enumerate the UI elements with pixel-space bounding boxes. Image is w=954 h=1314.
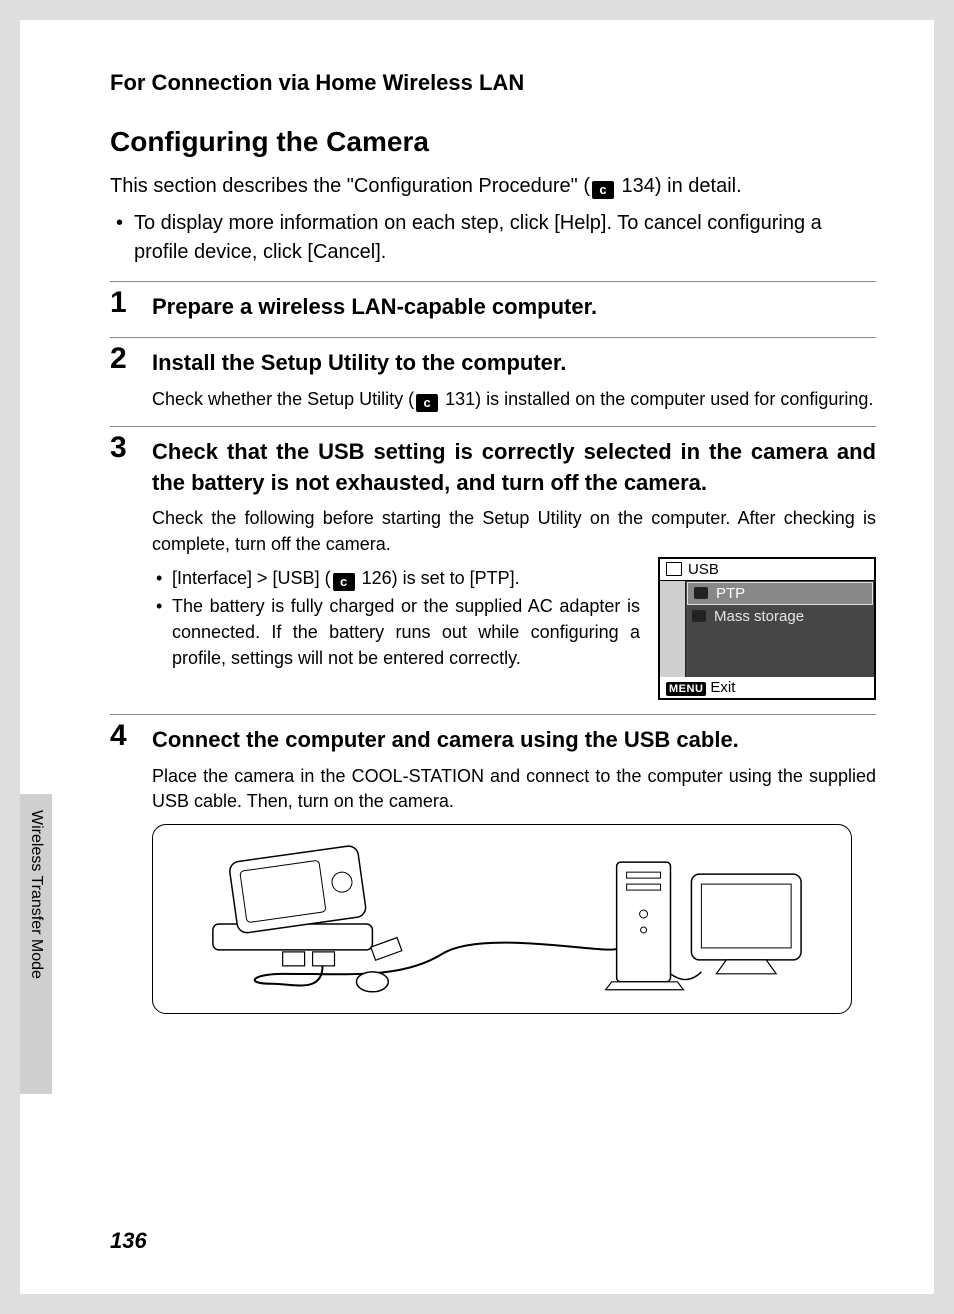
intro-bullet: To display more information on each step… (110, 209, 876, 267)
lcd-item-ptp: PTP (687, 582, 873, 605)
step-number: 2 (110, 342, 127, 376)
step-2: 2 Install the Setup Utility to the compu… (110, 337, 876, 426)
connection-illustration (152, 824, 852, 1014)
step-1: 1 Prepare a wireless LAN-capable compute… (110, 281, 876, 337)
section-tab: Wireless Transfer Mode (20, 794, 52, 1094)
step-heading: Install the Setup Utility to the compute… (152, 348, 876, 379)
step-body: Check the following before starting the … (152, 506, 876, 556)
page-number: 136 (110, 1228, 147, 1254)
step-number: 4 (110, 719, 127, 753)
sub-bullet: The battery is fully charged or the supp… (152, 593, 640, 671)
step-body: Place the camera in the COOL-STATION and… (152, 764, 876, 814)
step-number: 3 (110, 431, 127, 465)
running-header: For Connection via Home Wireless LAN (110, 70, 876, 96)
page-ref-icon: c (416, 394, 438, 412)
intro-text: This section describes the "Configuratio… (110, 172, 876, 201)
camera-lcd-mock: USB PTP Mass storage MENUExit (658, 557, 876, 700)
step-3: 3 Check that the USB setting is correctl… (110, 426, 876, 714)
step-heading: Connect the computer and camera using th… (152, 725, 876, 756)
section-tab-label: Wireless Transfer Mode (20, 794, 45, 979)
manual-page: For Connection via Home Wireless LAN Con… (20, 20, 934, 1294)
step-sub-bullets: [Interface] > [USB] (c 126) is set to [P… (152, 565, 640, 671)
lcd-sidebar (660, 581, 686, 677)
step-4: 4 Connect the computer and camera using … (110, 714, 876, 1028)
usb-connection-svg (173, 834, 831, 1004)
lcd-title: USB (660, 559, 874, 581)
step-heading: Check that the USB setting is correctly … (152, 437, 876, 499)
page-ref-icon: c (592, 181, 614, 199)
lcd-item-mass-storage: Mass storage (686, 606, 874, 627)
lcd-footer: MENUExit (660, 677, 874, 698)
step-heading: Prepare a wireless LAN-capable computer. (152, 292, 876, 323)
menu-icon: MENU (666, 682, 706, 696)
page-ref-icon: c (333, 573, 355, 591)
page-title: Configuring the Camera (110, 126, 876, 158)
sub-bullet: [Interface] > [USB] (c 126) is set to [P… (152, 565, 640, 591)
step-number: 1 (110, 286, 127, 320)
step-body: Check whether the Setup Utility (c 131) … (152, 387, 876, 412)
